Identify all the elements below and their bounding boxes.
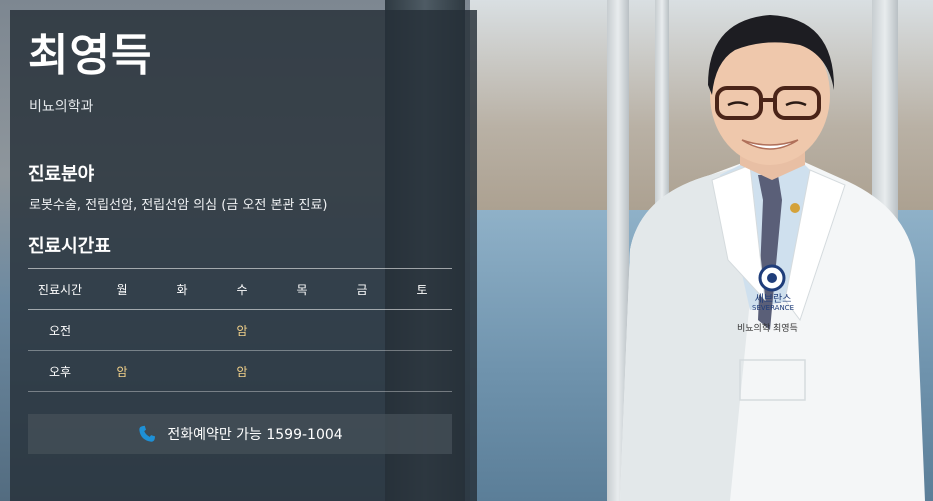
phone-reservation-button[interactable]: 전화예약만 가능 1599-1004	[28, 414, 452, 454]
specialty-text: 로봇수술, 전립선암, 전립선암 의심 (금 오전 본관 진료)	[29, 198, 328, 213]
schedule-header-row: 진료시간 월 화 수 목 금 토	[28, 268, 452, 310]
specialty-title: 진료분야	[28, 164, 95, 185]
schedule-row-label: 오전	[48, 323, 72, 338]
schedule-header-mon: 월	[116, 282, 128, 297]
phone-reservation-label: 전화예약만 가능 1599-1004	[167, 427, 343, 443]
schedule-header-wed: 수	[236, 282, 248, 297]
schedule-cell-mon: 암	[116, 364, 128, 379]
schedule-cell-tue	[152, 351, 212, 392]
phone-icon	[139, 425, 156, 442]
schedule-cell-fri	[332, 351, 392, 392]
schedule-header-sat: 토	[416, 282, 428, 297]
schedule-row-afternoon: 오후 암 암	[28, 351, 452, 392]
schedule-cell-wed: 암	[236, 323, 248, 338]
schedule-cell-sat	[392, 351, 452, 392]
schedule-cell-thu	[272, 310, 332, 351]
schedule-cell-sat	[392, 310, 452, 351]
schedule-header-thu: 목	[296, 282, 308, 297]
schedule-row-label: 오후	[48, 364, 72, 379]
doctor-photo	[620, 15, 925, 501]
schedule-cell-thu	[272, 351, 332, 392]
doctor-profile-banner: 세브란스 SEVERANCE 비뇨의학 최영득 최영득 비뇨의학과 진료분야 로…	[0, 0, 933, 501]
schedule-table: 진료시간 월 화 수 목 금 토 오전 암 오후 암 암	[28, 268, 452, 392]
department-name: 비뇨의학과	[29, 99, 94, 115]
schedule-cell-fri	[332, 310, 392, 351]
severance-logo-text-en: SEVERANCE	[752, 304, 794, 312]
schedule-row-morning: 오전 암	[28, 310, 452, 351]
doctor-info-panel: 최영득 비뇨의학과 진료분야 로봇수술, 전립선암, 전립선암 의심 (금 오전…	[10, 10, 477, 501]
schedule-header-time: 진료시간	[37, 282, 83, 297]
schedule-cell-mon	[92, 310, 152, 351]
schedule-cell-wed: 암	[236, 364, 248, 379]
severance-logo: 세브란스 SEVERANCE	[752, 294, 794, 313]
schedule-header-fri: 금	[356, 282, 368, 297]
doctor-name: 최영득	[28, 30, 153, 81]
schedule-title: 진료시간표	[28, 236, 111, 257]
schedule-cell-tue	[152, 310, 212, 351]
doctor-nametag: 비뇨의학 최영득	[737, 324, 798, 334]
schedule-header-tue: 화	[176, 282, 188, 297]
